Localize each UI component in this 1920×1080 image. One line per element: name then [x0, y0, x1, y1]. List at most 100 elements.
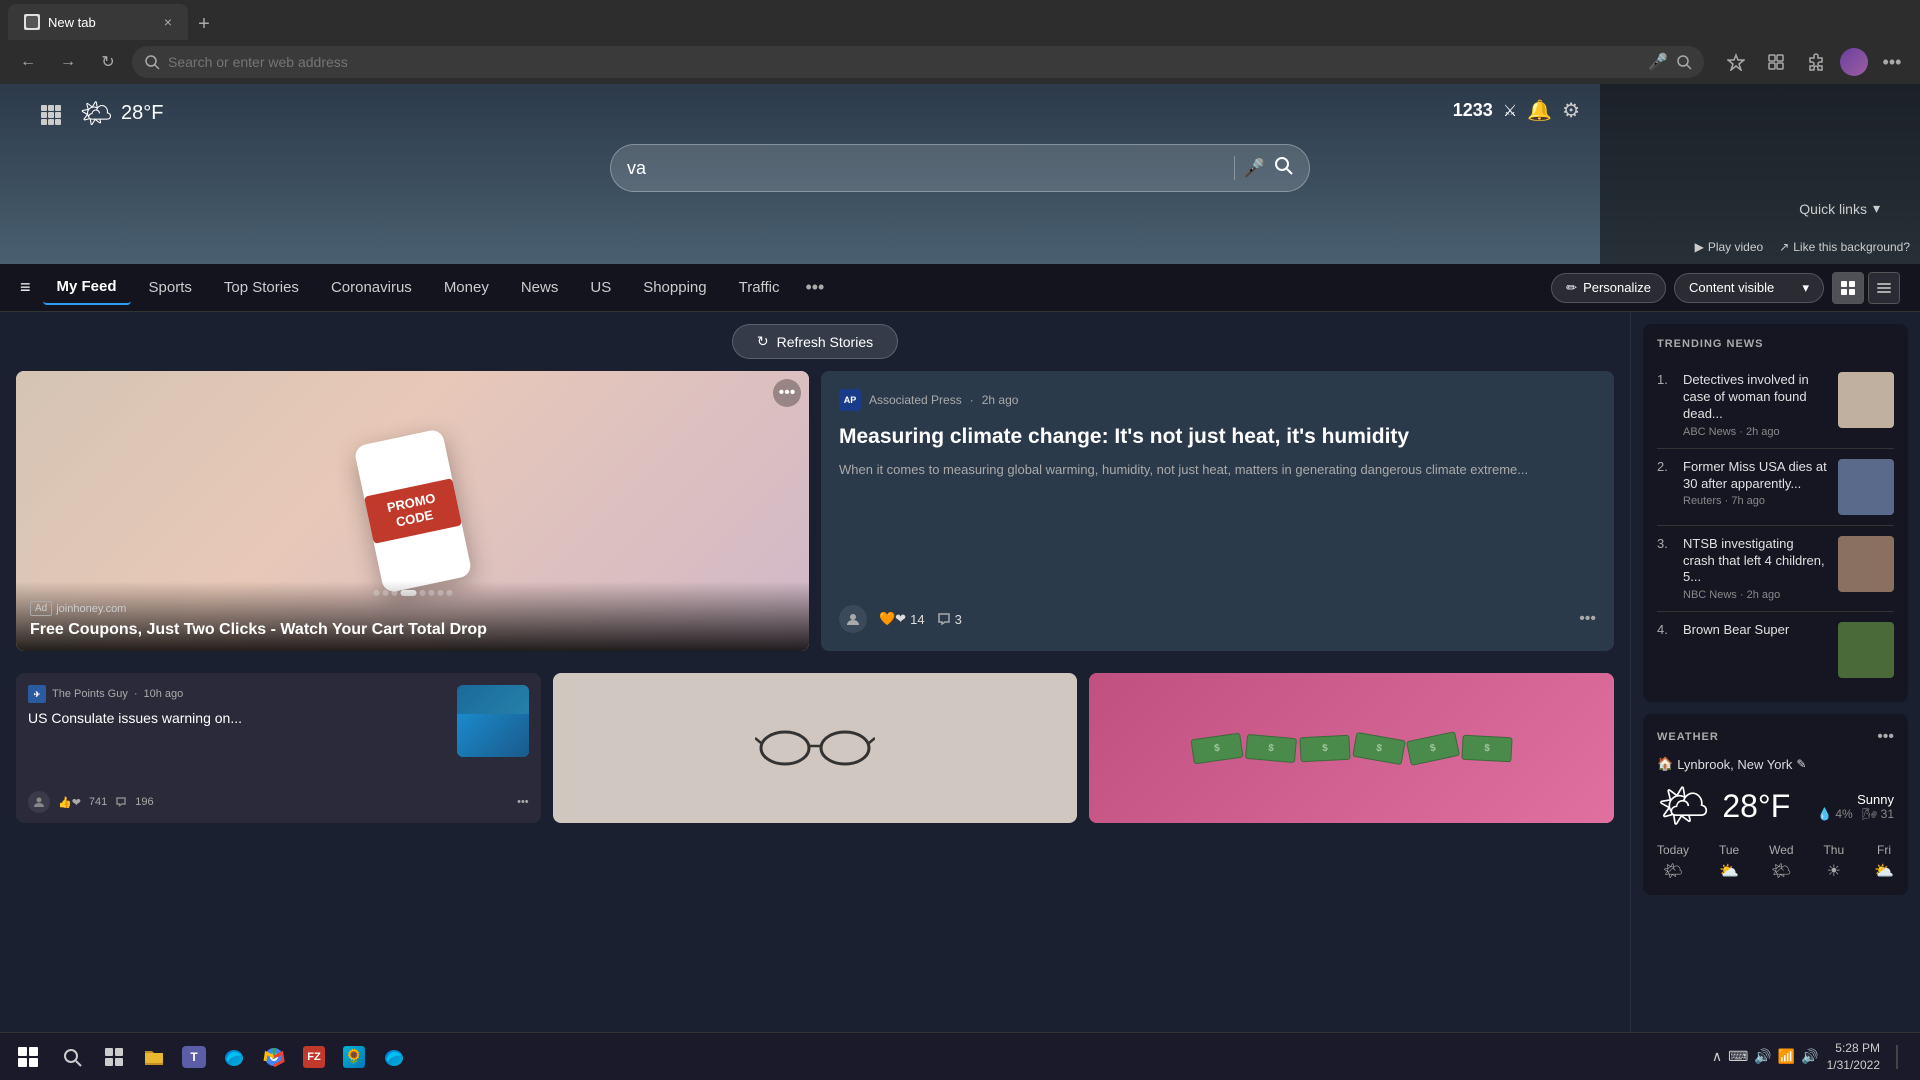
network-icon[interactable]: 🔊 — [1754, 1048, 1771, 1065]
climate-story-title: Measuring climate change: It's not just … — [839, 423, 1596, 450]
task-view-button[interactable] — [96, 1039, 132, 1075]
forward-button[interactable]: → — [52, 46, 84, 78]
nav-tab-shopping[interactable]: Shopping — [629, 271, 720, 304]
search-bar-container[interactable]: 🎤 — [610, 144, 1310, 192]
nav-tab-my-feed[interactable]: My Feed — [43, 270, 131, 305]
tab-favicon — [24, 14, 40, 30]
chrome-icon[interactable] — [256, 1039, 292, 1075]
apps-grid-icon[interactable] — [40, 104, 62, 131]
favorites-icon[interactable] — [1720, 46, 1752, 78]
precip-icon: 💧 — [1817, 807, 1832, 821]
trending-item-3[interactable]: 3. NTSB investigating crash that left 4 … — [1657, 526, 1894, 613]
refresh-stories-button[interactable]: ↻ Refresh Stories — [732, 324, 898, 359]
like-icon: 👍❤ — [58, 796, 81, 809]
forecast-thu: Thu ☀ — [1823, 843, 1844, 881]
nav-tab-news[interactable]: News — [507, 271, 573, 304]
active-tab[interactable]: New tab × — [8, 4, 188, 40]
nav-more-button[interactable]: ••• — [797, 273, 832, 302]
url-input[interactable] — [168, 54, 1640, 70]
keyboard-icon[interactable]: ⌨ — [1728, 1048, 1748, 1065]
file-explorer-icon[interactable] — [136, 1039, 172, 1075]
weather-sun-icon: 🌤 — [1657, 782, 1710, 831]
climate-author-avatar — [839, 605, 867, 633]
climate-story-card[interactable]: AP Associated Press · 2h ago Measuring c… — [821, 371, 1614, 651]
volume-icon[interactable]: 🔊 — [1801, 1048, 1818, 1065]
nav-tab-top-stories[interactable]: Top Stories — [210, 271, 313, 304]
refresh-icon: ↻ — [757, 333, 769, 350]
points-guy-time: 10h ago — [144, 688, 184, 700]
filezilla-icon[interactable]: FZ — [296, 1039, 332, 1075]
settings-menu-button[interactable]: ••• — [1876, 46, 1908, 78]
trending-thumb-4 — [1838, 622, 1894, 678]
points-guy-source-name: The Points Guy — [52, 688, 128, 700]
featured-stories-grid: PROMO CODE — [0, 371, 1630, 661]
tray-arrow[interactable]: ∧ — [1712, 1048, 1722, 1065]
show-desktop-button[interactable] — [1888, 1045, 1912, 1069]
photos-icon[interactable]: 🌻 — [336, 1039, 372, 1075]
grid-view-button[interactable] — [1832, 272, 1864, 304]
address-mic-icon[interactable]: 🎤 — [1648, 52, 1668, 72]
new-tab-button[interactable]: + — [188, 8, 220, 40]
list-view-button[interactable] — [1868, 272, 1900, 304]
web-search-icon[interactable] — [1273, 155, 1293, 181]
voice-search-icon[interactable]: 🎤 — [1243, 158, 1265, 179]
weather-location: Lynbrook, New York — [1677, 757, 1792, 772]
teams-icon[interactable]: T — [176, 1039, 212, 1075]
climate-story-desc: When it comes to measuring global warmin… — [839, 460, 1596, 605]
feed-main: ↻ Refresh Stories PROMO CODE — [0, 312, 1630, 1032]
ad-story-more-button[interactable]: ••• — [773, 379, 801, 407]
msedge-taskbar-icon[interactable] — [376, 1039, 412, 1075]
nav-tab-us[interactable]: US — [576, 271, 625, 304]
personalize-button[interactable]: ✏ Personalize — [1551, 273, 1666, 303]
content-visible-dropdown[interactable]: Content visible ▾ — [1674, 273, 1824, 303]
weather-header: WEATHER ••• — [1657, 728, 1894, 746]
tab-close-button[interactable]: × — [164, 14, 172, 30]
nav-tab-traffic[interactable]: Traffic — [725, 271, 794, 304]
taskbar-date-value: 1/31/2022 — [1827, 1057, 1880, 1074]
hamburger-menu[interactable]: ≡ — [20, 277, 31, 298]
weather-more-button[interactable]: ••• — [1877, 728, 1894, 746]
back-button[interactable]: ← — [12, 46, 44, 78]
nav-tab-money[interactable]: Money — [430, 271, 503, 304]
points-guy-story[interactable]: ✈ The Points Guy · 10h ago US Consulate … — [16, 673, 541, 823]
refresh-button[interactable]: ↻ — [92, 46, 124, 78]
trending-item-4[interactable]: 4. Brown Bear Super — [1657, 612, 1894, 688]
taskbar-clock[interactable]: 5:28 PM 1/31/2022 — [1827, 1040, 1880, 1074]
money-story[interactable]: $ $ $ $ $ $ — [1089, 673, 1614, 823]
wifi-icon[interactable]: 📶 — [1778, 1048, 1795, 1065]
forecast-wed-label: Wed — [1769, 843, 1793, 857]
money-bill-4: $ — [1352, 731, 1406, 764]
collections-icon[interactable] — [1760, 46, 1792, 78]
glasses-ad-story[interactable] — [553, 673, 1078, 823]
money-bill-3: $ — [1299, 734, 1350, 762]
forecast-tue-icon: ⛅ — [1719, 861, 1739, 881]
start-button[interactable] — [8, 1037, 48, 1077]
quick-links-button[interactable]: Quick links ▾ — [1799, 200, 1880, 217]
trending-meta-2: Reuters · 7h ago — [1683, 495, 1828, 507]
new-tab-page: 🌤 28°F 🎤 1233 ⚔ 🔔 ⚙ Quick links — [0, 84, 1920, 1032]
profile-icon[interactable] — [1840, 48, 1868, 76]
address-bar[interactable]: 🎤 — [132, 46, 1704, 78]
like-background-button[interactable]: ↗ Like this background? — [1779, 240, 1910, 254]
trending-num-1: 1. — [1657, 372, 1673, 387]
search-input[interactable] — [627, 158, 1226, 179]
nav-tab-sports[interactable]: Sports — [135, 271, 206, 304]
address-search-icon — [1676, 54, 1692, 70]
featured-ad-story[interactable]: PROMO CODE — [16, 371, 809, 651]
reward-points: 1233 — [1453, 100, 1493, 121]
edge-icon[interactable] — [216, 1039, 252, 1075]
forecast-wed: Wed 🌤 — [1769, 843, 1793, 881]
points-guy-more-button[interactable]: ••• — [517, 796, 529, 808]
trending-item-2[interactable]: 2. Former Miss USA dies at 30 after appa… — [1657, 449, 1894, 526]
nav-tab-coronavirus[interactable]: Coronavirus — [317, 271, 426, 304]
weather-edit-icon[interactable]: ✎ — [1796, 757, 1806, 771]
page-settings-icon[interactable]: ⚙ — [1562, 98, 1580, 123]
trending-meta-3: NBC News · 2h ago — [1683, 589, 1828, 601]
play-video-button[interactable]: ▶ Play video — [1695, 240, 1764, 254]
taskbar-search-button[interactable] — [52, 1037, 92, 1077]
extensions-icon[interactable] — [1800, 46, 1832, 78]
notification-icon[interactable]: 🔔 — [1527, 98, 1552, 123]
trending-item-1[interactable]: 1. Detectives involved in case of woman … — [1657, 362, 1894, 449]
climate-story-more-button[interactable]: ••• — [1579, 610, 1596, 628]
forecast-fri: Fri ⛅ — [1874, 843, 1894, 881]
